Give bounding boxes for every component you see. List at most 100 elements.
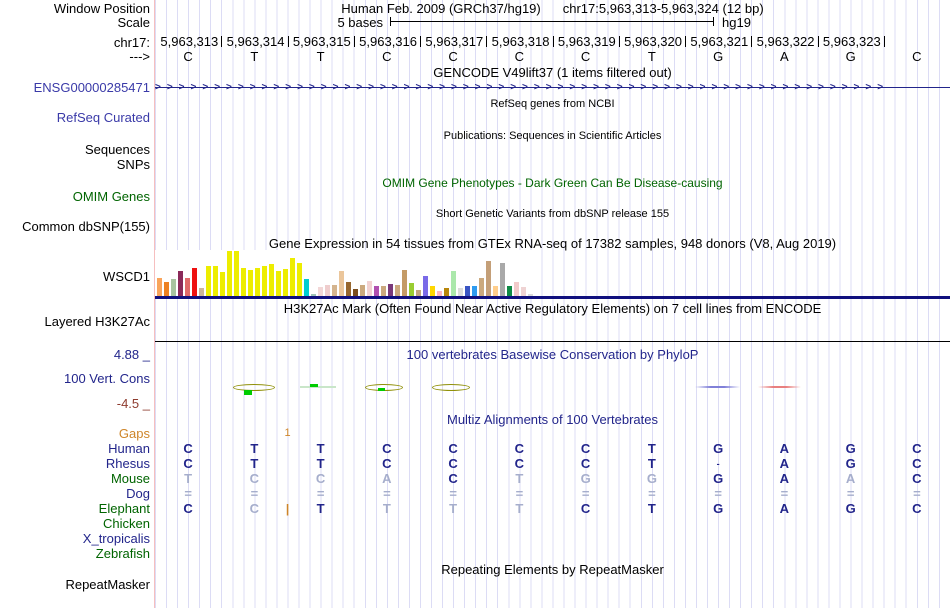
gtex-expression-bar[interactable] — [381, 286, 386, 296]
strand-direction-arrow: ---> — [129, 49, 150, 64]
gtex-expression-bar[interactable] — [178, 271, 183, 296]
gtex-expression-bar[interactable] — [528, 294, 533, 296]
track-label-layered-h3k27ac[interactable]: Layered H3K27Ac — [0, 315, 150, 329]
assembly-name: Human Feb. 2009 (GRCh37/hg19) — [341, 1, 541, 16]
gtex-expression-bar[interactable] — [255, 268, 260, 296]
track-label-snps[interactable]: SNPs — [0, 158, 150, 172]
gtex-expression-bar[interactable] — [514, 282, 519, 296]
alignment-base: G — [845, 441, 856, 456]
gtex-expression-bar[interactable] — [276, 271, 281, 296]
track-label-repeatmasker[interactable]: RepeatMasker — [0, 578, 150, 592]
species-label-elephant[interactable]: Elephant — [0, 502, 150, 516]
species-label-chicken[interactable]: Chicken — [0, 517, 150, 531]
gtex-expression-bar[interactable] — [304, 279, 309, 296]
alignment-base: A — [382, 471, 392, 486]
alignment-base: C — [249, 471, 260, 486]
gtex-expression-bar[interactable] — [227, 251, 232, 296]
alignment-base: C — [514, 441, 525, 456]
gtex-expression-bar[interactable] — [311, 294, 316, 296]
gtex-expression-bar[interactable] — [409, 283, 414, 296]
gtex-expression-bar[interactable] — [472, 286, 477, 296]
track-title-gencode[interactable]: GENCODE V49lift37 (1 items filtered out) — [155, 66, 950, 80]
gtex-expression-bar[interactable] — [206, 266, 211, 296]
track-title-publications[interactable]: Publications: Sequences in Scientific Ar… — [155, 129, 950, 143]
alignment-base: A — [845, 471, 856, 486]
gtex-expression-bar[interactable] — [444, 288, 449, 296]
gtex-expression-bar[interactable] — [325, 285, 330, 296]
alignment-insert-mark: | — [285, 502, 290, 516]
track-label-omim-genes[interactable]: OMIM Genes — [0, 190, 150, 204]
gtex-expression-bar[interactable] — [262, 266, 267, 296]
gtex-expression-bar[interactable] — [164, 282, 169, 296]
gtex-expression-bar[interactable] — [500, 263, 505, 296]
species-label-x_tropicalis[interactable]: X_tropicalis — [0, 532, 150, 546]
gtex-expression-bar[interactable] — [507, 286, 512, 296]
track-label-100-vert-cons[interactable]: 100 Vert. Cons — [0, 372, 150, 386]
gtex-expression-bar[interactable] — [458, 288, 463, 296]
track-label-gaps[interactable]: Gaps — [0, 427, 150, 441]
gtex-expression-bar[interactable] — [360, 285, 365, 296]
track-title-multiz[interactable]: Multiz Alignments of 100 Vertebrates — [155, 413, 950, 427]
track-title-h3k27ac[interactable]: H3K27Ac Mark (Often Found Near Active Re… — [155, 302, 950, 316]
gtex-expression-bar[interactable] — [283, 269, 288, 296]
ruler-coordinate: 5,963,313 — [160, 34, 219, 49]
gtex-expression-bar[interactable] — [157, 278, 162, 296]
track-title-refseq[interactable]: RefSeq genes from NCBI — [155, 97, 950, 111]
track-title-omim[interactable]: OMIM Gene Phenotypes - Dark Green Can Be… — [155, 176, 950, 190]
gtex-expression-bar[interactable] — [171, 279, 176, 296]
gtex-expression-bar[interactable] — [213, 266, 218, 296]
gtex-expression-bar[interactable] — [290, 258, 295, 296]
gtex-expression-bar[interactable] — [430, 286, 435, 296]
species-label-zebrafish[interactable]: Zebrafish — [0, 547, 150, 561]
track-label-common-dbsnp[interactable]: Common dbSNP(155) — [0, 220, 150, 234]
phylop-conservation-mark — [300, 386, 336, 388]
gtex-expression-bar[interactable] — [353, 289, 358, 296]
gene-label-wscd1[interactable]: WSCD1 — [0, 270, 150, 284]
track-label-sequences[interactable]: Sequences — [0, 143, 150, 157]
gtex-expression-bar[interactable] — [234, 251, 239, 296]
gtex-expression-bar[interactable] — [248, 270, 253, 296]
alignment-base: C — [580, 501, 591, 516]
gtex-expression-bar[interactable] — [451, 271, 456, 296]
gtex-expression-bar[interactable] — [521, 287, 526, 296]
track-title-conservation[interactable]: 100 vertebrates Basewise Conservation by… — [155, 348, 950, 362]
track-label-refseq-curated[interactable]: RefSeq Curated — [0, 111, 150, 125]
gtex-expression-bar[interactable] — [199, 288, 204, 296]
track-title-gtex[interactable]: Gene Expression in 54 tissues from GTEx … — [155, 237, 950, 251]
track-title-repeatmasker[interactable]: Repeating Elements by RepeatMasker — [155, 563, 950, 577]
gtex-expression-bar[interactable] — [241, 268, 246, 296]
gtex-expression-bar[interactable] — [465, 286, 470, 296]
gtex-expression-bar[interactable] — [297, 263, 302, 296]
track-title-dbsnp[interactable]: Short Genetic Variants from dbSNP releas… — [155, 207, 950, 221]
gtex-expression-bar[interactable] — [479, 278, 484, 296]
gtex-expression-bar[interactable] — [339, 271, 344, 296]
alignment-base: = — [714, 486, 722, 501]
gtex-expression-bar[interactable] — [185, 278, 190, 296]
gtex-expression-bar[interactable] — [423, 276, 428, 296]
gtex-expression-bar[interactable] — [318, 287, 323, 296]
gene-direction-arrows[interactable]: >>>>>>>>>>>>>>>>>>>>>>>>>>>>>>>>>>>>>>>>… — [155, 82, 950, 94]
gtex-expression-bar[interactable] — [367, 281, 372, 296]
alignment-base: T — [515, 501, 524, 516]
gtex-expression-bar[interactable] — [402, 270, 407, 296]
species-label-dog[interactable]: Dog — [0, 487, 150, 501]
gtex-expression-bar[interactable] — [437, 291, 442, 296]
gtex-expression-bar[interactable] — [374, 286, 379, 296]
gene-label-ensg[interactable]: ENSG00000285471 — [0, 81, 150, 95]
species-label-rhesus[interactable]: Rhesus — [0, 457, 150, 471]
species-label-mouse[interactable]: Mouse — [0, 472, 150, 486]
gtex-expression-bar[interactable] — [486, 261, 491, 296]
gtex-expression-bar[interactable] — [388, 284, 393, 296]
gtex-expression-bar[interactable] — [332, 285, 337, 296]
gtex-expression-bar[interactable] — [416, 290, 421, 296]
gtex-expression-bar[interactable] — [220, 272, 225, 296]
gtex-expression-bar[interactable] — [346, 282, 351, 296]
alignment-base: C — [580, 456, 591, 471]
species-label-human[interactable]: Human — [0, 442, 150, 456]
alignment-base: T — [647, 501, 656, 516]
gtex-expression-bar[interactable] — [395, 285, 400, 296]
gtex-expression-bar[interactable] — [269, 264, 274, 296]
gtex-expression-bar[interactable] — [192, 268, 197, 296]
gtex-expression-bar[interactable] — [493, 286, 498, 296]
base-letter: C — [514, 49, 525, 64]
